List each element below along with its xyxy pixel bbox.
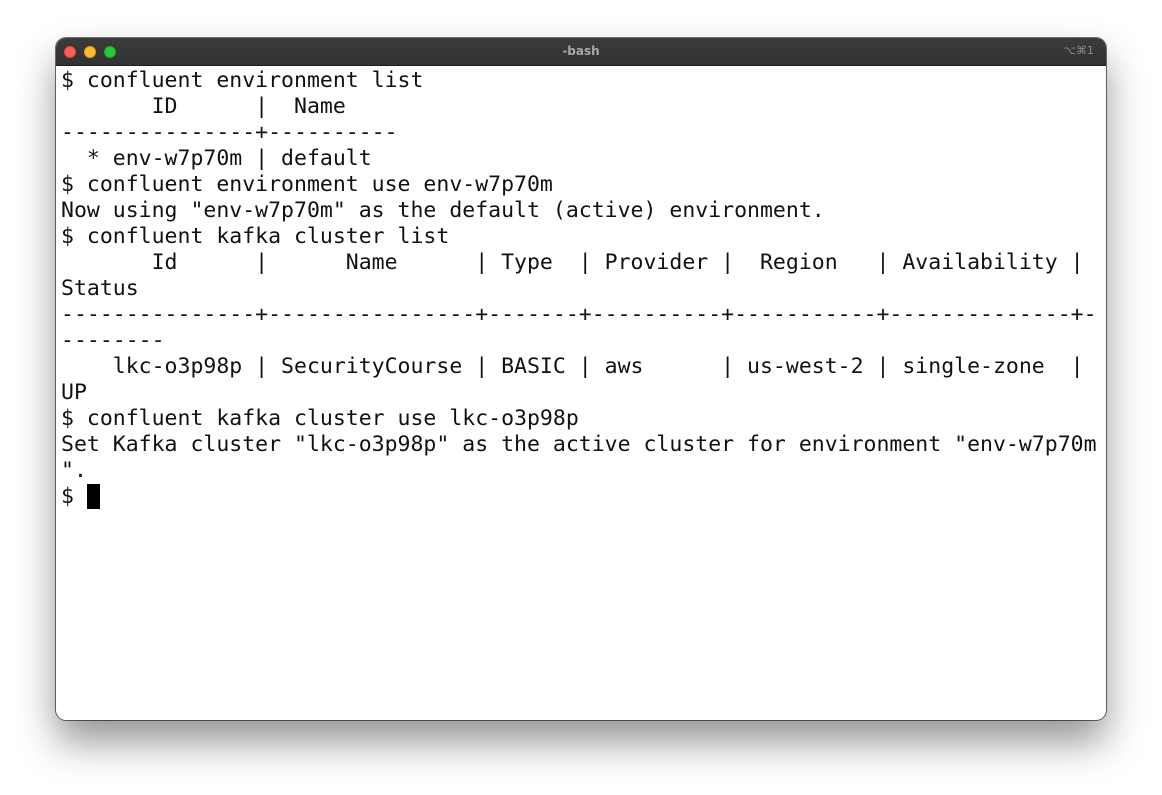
text-cursor <box>86 484 100 509</box>
terminal-line: Set Kafka cluster "lkc-o3p98p" as the ac… <box>61 432 1097 457</box>
terminal-line: UP <box>61 380 87 405</box>
terminal-line: ---------------+---------- <box>61 120 398 145</box>
terminal-line: lkc-o3p98p | SecurityCourse | BASIC | aw… <box>61 354 1084 379</box>
window-shortcut: ⌥⌘1 <box>1063 44 1094 57</box>
terminal-line: * env-w7p70m | default <box>61 146 372 171</box>
prompt: $ <box>61 484 87 509</box>
terminal-line: Now using "env-w7p70m" as the default (a… <box>61 198 825 223</box>
window-title: -bash <box>562 44 600 58</box>
terminal-line: ID | Name <box>61 94 346 119</box>
terminal-line: $ confluent environment list <box>61 68 424 93</box>
prompt-line[interactable]: $ <box>61 484 1103 510</box>
terminal-line: ". <box>61 458 87 483</box>
terminal-line: Status <box>61 276 139 301</box>
terminal-output[interactable]: $ confluent environment list ID | Name -… <box>61 68 1103 716</box>
terminal-line: $ confluent kafka cluster list <box>61 224 450 249</box>
title-bar[interactable]: -bash ⌥⌘1 <box>56 38 1106 66</box>
terminal-line: $ confluent kafka cluster use lkc-o3p98p <box>61 406 579 431</box>
terminal-line: -------- <box>61 328 165 353</box>
terminal-line: Id | Name | Type | Provider | Region | A… <box>61 250 1084 275</box>
terminal-window: -bash ⌥⌘1 $ confluent environment list I… <box>56 38 1106 720</box>
terminal-line: ---------------+----------------+-------… <box>61 302 1097 327</box>
terminal-line: $ confluent environment use env-w7p70m <box>61 172 553 197</box>
